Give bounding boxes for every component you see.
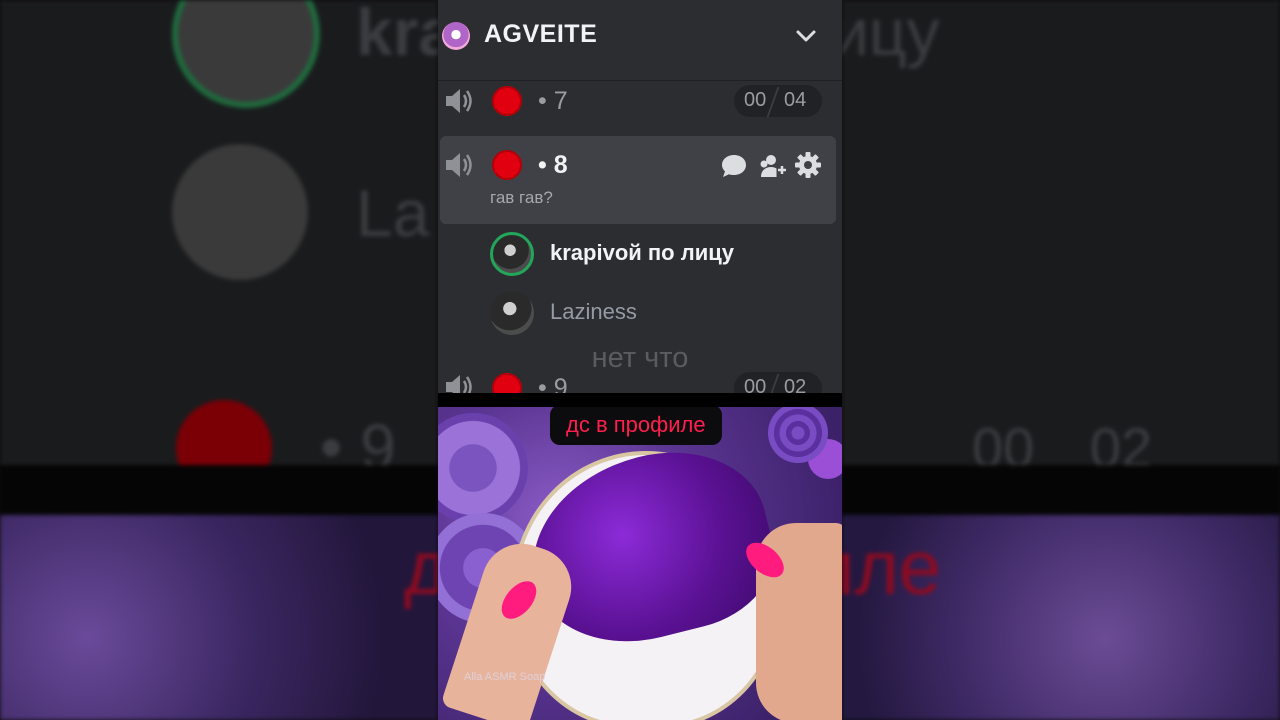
invite-user-icon[interactable]	[758, 152, 786, 180]
counter-limit: 04	[784, 89, 807, 111]
bg-subtitle-left: д	[404, 526, 438, 611]
speaker-icon	[446, 89, 472, 113]
slime-video: дс в профиле Alla ASMR Soap	[438, 393, 842, 720]
record-dot-icon	[492, 150, 522, 180]
bg-dark-band	[842, 465, 1280, 515]
user-limit-counter: 00 04	[734, 85, 822, 117]
counter-divider	[766, 87, 780, 117]
purple-cylinder	[768, 403, 828, 463]
channel-name: • 7	[538, 87, 568, 115]
server-flower-icon	[442, 22, 470, 50]
voice-channel-7[interactable]: • 7 00 04	[438, 80, 842, 124]
blurred-background-left: kra La • 9 д	[0, 0, 438, 720]
member-name: krapivой по лицу	[550, 240, 734, 265]
video-watermark: Alla ASMR Soap	[464, 671, 546, 683]
server-header[interactable]: AGVEITE	[438, 0, 842, 81]
chevron-down-icon[interactable]	[794, 24, 818, 48]
server-name: AGVEITE	[484, 20, 598, 48]
avatar	[490, 232, 534, 276]
bg-name-1: kra	[356, 0, 438, 69]
avatar	[490, 291, 534, 335]
speaker-icon	[446, 153, 472, 177]
video-top-border	[438, 393, 842, 407]
bg-subtitle-right: иле	[842, 526, 942, 611]
voice-channel-8[interactable]: • 8 гав гав?	[440, 136, 836, 224]
video-frame: AGVEITE • 7 00 04 • 8 гав гав? krapivой …	[438, 0, 842, 720]
chat-bubble-icon[interactable]	[720, 152, 748, 180]
bg-name-right: ицу	[842, 0, 940, 69]
channel-name: • 8	[538, 151, 568, 179]
record-dot-icon	[492, 86, 522, 116]
bg-purple-area	[0, 515, 438, 720]
bg-name-2: La	[356, 176, 430, 250]
voice-member[interactable]: krapivой по лицу	[490, 232, 830, 276]
bg-dark-band	[0, 465, 438, 515]
counter-current: 00	[744, 89, 767, 111]
overlay-caption: нет что	[591, 342, 689, 374]
video-subtitle: дс в профиле	[550, 405, 722, 445]
purple-rose	[438, 413, 528, 523]
bg-avatar-2	[172, 144, 308, 280]
blurred-background-right: ицу 00 02 иле	[842, 0, 1280, 720]
voice-member[interactable]: Laziness	[490, 291, 830, 335]
member-name: Laziness	[550, 299, 637, 324]
channel-status: гав гав?	[490, 188, 553, 207]
gear-icon[interactable]	[794, 151, 822, 179]
